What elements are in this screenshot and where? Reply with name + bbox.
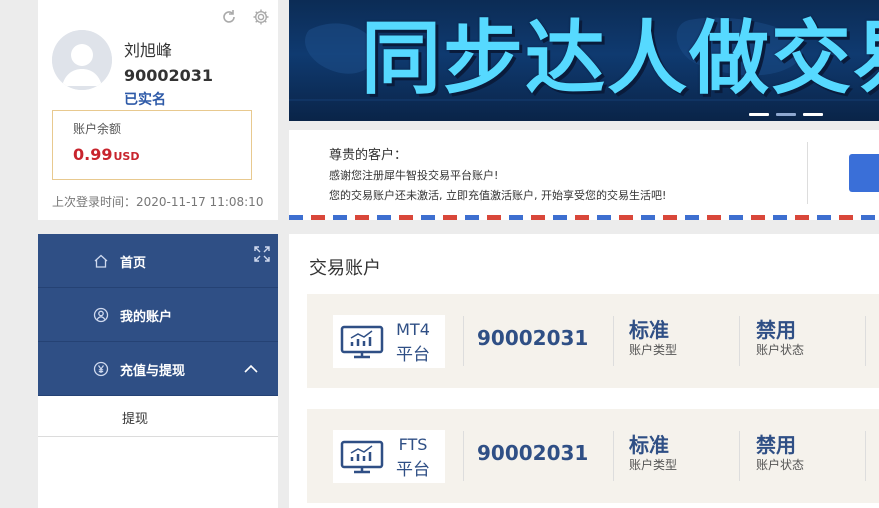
column-divider bbox=[463, 316, 464, 366]
notice-divider bbox=[807, 142, 808, 204]
profile-tools bbox=[220, 8, 270, 26]
accounts-heading: 交易账户 bbox=[309, 258, 381, 279]
side-nav: 首页 我的账户 充值与提现 提现 bbox=[38, 234, 278, 508]
account-status-label: 账户状态 bbox=[756, 343, 805, 357]
column-divider bbox=[865, 431, 866, 481]
platform-suffix: 平台 bbox=[396, 345, 430, 365]
account-status-label: 账户状态 bbox=[756, 458, 805, 472]
banner-title: 同步达人做交易 bbox=[361, 12, 879, 105]
profile-card: 刘旭峰 90002031 已实名 账户余额 0.99USD 上次登录时间：202… bbox=[38, 0, 278, 220]
nav-item-deposit-withdraw[interactable]: 充值与提现 bbox=[38, 342, 278, 396]
nav-item-my-account[interactable]: 我的账户 bbox=[38, 288, 278, 342]
account-type-value: 标准 bbox=[629, 318, 669, 342]
nav-item-label: 我的账户 bbox=[120, 310, 173, 325]
platform-name: MT4 bbox=[396, 320, 430, 339]
carousel-dot-1[interactable] bbox=[749, 113, 769, 116]
last-login-time: 上次登录时间：2020-11-17 11:08:10 bbox=[52, 195, 264, 209]
notice-line-1: 感谢您注册犀牛智投交易平台账户! bbox=[329, 169, 499, 182]
carousel-dot-2[interactable] bbox=[776, 113, 796, 116]
gear-icon[interactable] bbox=[252, 8, 270, 26]
monitor-chart-icon bbox=[340, 325, 384, 359]
account-type-label: 账户类型 bbox=[629, 343, 678, 357]
platform-name: FTS bbox=[398, 435, 428, 454]
column-divider bbox=[865, 316, 866, 366]
avatar[interactable] bbox=[52, 30, 112, 90]
nav-subitem-withdraw[interactable]: 提现 bbox=[38, 396, 278, 437]
yen-circle-icon bbox=[93, 361, 109, 377]
monitor-chart-icon bbox=[340, 440, 384, 474]
account-type-value: 标准 bbox=[629, 433, 669, 457]
account-status-value: 禁用 bbox=[756, 433, 796, 457]
account-number: 90002031 bbox=[477, 441, 589, 465]
nav-item-label: 充值与提现 bbox=[120, 364, 186, 379]
nav-subitem-label: 提现 bbox=[122, 412, 149, 427]
activate-button[interactable] bbox=[849, 154, 879, 192]
platform-badge: MT4 平台 bbox=[333, 315, 445, 368]
user-avatar-icon bbox=[52, 30, 112, 90]
nav-item-label: 首页 bbox=[120, 256, 147, 271]
notice-greeting: 尊贵的客户： bbox=[329, 148, 408, 163]
promo-banner[interactable]: 同步达人做交易 bbox=[289, 0, 879, 121]
account-status: 禁用 账户状态 bbox=[756, 433, 804, 473]
notice-line-2: 您的交易账户还未激活, 立即充值激活账户, 开始享受您的交易生活吧! bbox=[329, 189, 667, 202]
column-divider bbox=[739, 431, 740, 481]
column-divider bbox=[463, 431, 464, 481]
column-divider bbox=[613, 431, 614, 481]
account-number: 90002031 bbox=[477, 326, 589, 350]
chevron-up-icon[interactable] bbox=[244, 363, 258, 373]
username: 刘旭峰 bbox=[124, 41, 173, 60]
column-divider bbox=[739, 316, 740, 366]
account-status-value: 禁用 bbox=[756, 318, 796, 342]
balance-label: 账户余额 bbox=[73, 122, 122, 136]
account-row-mt4[interactable]: MT4 平台 90002031 标准 账户类型 禁用 账户状态 bbox=[307, 294, 879, 388]
platform-badge: FTS 平台 bbox=[333, 430, 445, 483]
home-icon bbox=[93, 253, 109, 269]
column-divider bbox=[613, 316, 614, 366]
balance-amount: 0.99USD bbox=[73, 145, 139, 164]
carousel-dot-3[interactable] bbox=[803, 113, 823, 116]
account-type: 标准 账户类型 bbox=[629, 318, 677, 358]
balance-box: 账户余额 0.99USD bbox=[52, 110, 252, 180]
account-row-fts[interactable]: FTS 平台 90002031 标准 账户类型 禁用 账户状态 bbox=[307, 409, 879, 503]
account-type: 标准 账户类型 bbox=[629, 433, 677, 473]
account-type-label: 账户类型 bbox=[629, 458, 678, 472]
platform-suffix: 平台 bbox=[396, 460, 430, 480]
verified-badge: 已实名 bbox=[124, 92, 166, 108]
refresh-icon[interactable] bbox=[220, 8, 238, 26]
activation-notice: 尊贵的客户： 感谢您注册犀牛智投交易平台账户! 您的交易账户还未激活, 立即充值… bbox=[289, 130, 879, 220]
account-status: 禁用 账户状态 bbox=[756, 318, 804, 358]
user-circle-icon bbox=[93, 307, 109, 323]
account-id: 90002031 bbox=[124, 66, 214, 85]
nav-item-home[interactable]: 首页 bbox=[38, 234, 278, 288]
balance-value: 0.99 bbox=[73, 145, 113, 164]
balance-currency: USD bbox=[113, 150, 140, 163]
trading-accounts: 交易账户 MT4 平台 90002031 标准 账户类型 禁用 账户状态 FTS… bbox=[289, 234, 879, 508]
fullscreen-icon[interactable] bbox=[254, 246, 270, 262]
envelope-stripe bbox=[289, 215, 879, 220]
